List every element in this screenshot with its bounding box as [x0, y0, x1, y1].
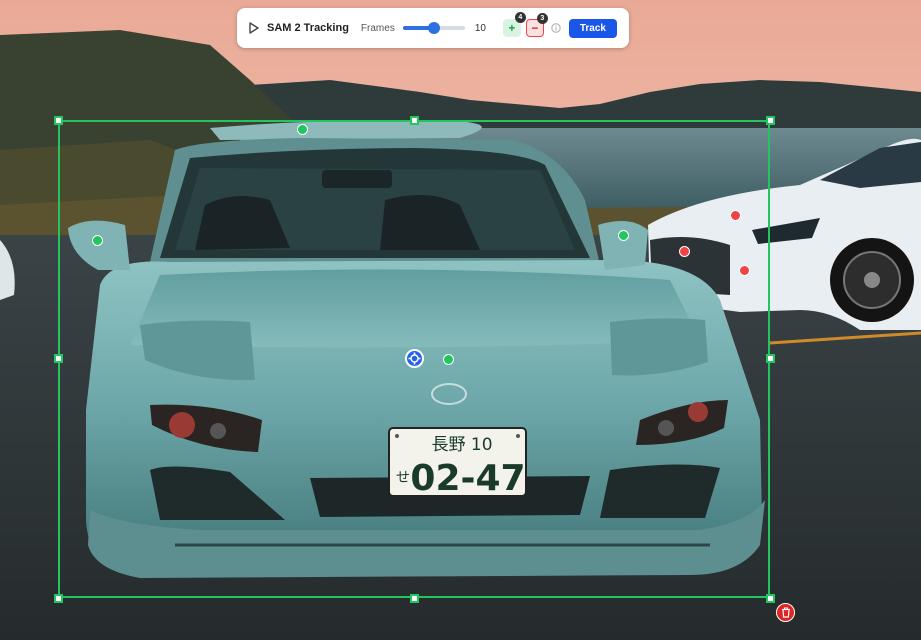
minus-icon: −: [531, 21, 539, 35]
negative-point[interactable]: [730, 210, 741, 221]
negative-count-badge: 3: [536, 13, 548, 24]
frames-slider[interactable]: [402, 22, 465, 34]
negative-point[interactable]: [679, 246, 690, 257]
add-positive-point-button[interactable]: + 4: [502, 12, 526, 37]
center-move-handle[interactable]: [405, 349, 424, 368]
tracking-toolbar: SAM 2 Tracking Frames 10 + 4 − 3 Track: [237, 8, 629, 48]
delete-box-button[interactable]: [776, 603, 795, 622]
frames-label: Frames: [360, 22, 395, 34]
bbox-handle-top-right[interactable]: [766, 116, 775, 125]
play-icon[interactable]: [249, 22, 259, 34]
bbox-handle-bottom-right[interactable]: [766, 594, 775, 603]
toolbar-title: SAM 2 Tracking: [267, 22, 349, 34]
info-icon[interactable]: [551, 23, 561, 33]
plus-icon: +: [508, 21, 516, 35]
negative-point[interactable]: [739, 265, 750, 276]
frames-value: 10: [474, 22, 486, 34]
crosshair-icon: [408, 352, 421, 365]
add-negative-point-button[interactable]: − 3: [525, 13, 548, 37]
bbox-handle-top-left[interactable]: [54, 116, 63, 125]
frames-slider-knob[interactable]: [427, 22, 440, 34]
bbox-handle-bottom-left[interactable]: [54, 594, 63, 603]
positive-point[interactable]: [443, 354, 454, 365]
bbox-handle-right[interactable]: [766, 354, 775, 363]
bbox-handle-left[interactable]: [54, 354, 63, 363]
bbox-handle-top[interactable]: [410, 116, 419, 125]
positive-point[interactable]: [92, 235, 103, 246]
bbox-handle-bottom[interactable]: [410, 594, 419, 603]
track-button[interactable]: Track: [568, 18, 617, 38]
positive-point[interactable]: [618, 230, 629, 241]
positive-point[interactable]: [297, 124, 308, 135]
trash-icon: [781, 607, 790, 618]
positive-count-badge: 4: [514, 12, 526, 23]
